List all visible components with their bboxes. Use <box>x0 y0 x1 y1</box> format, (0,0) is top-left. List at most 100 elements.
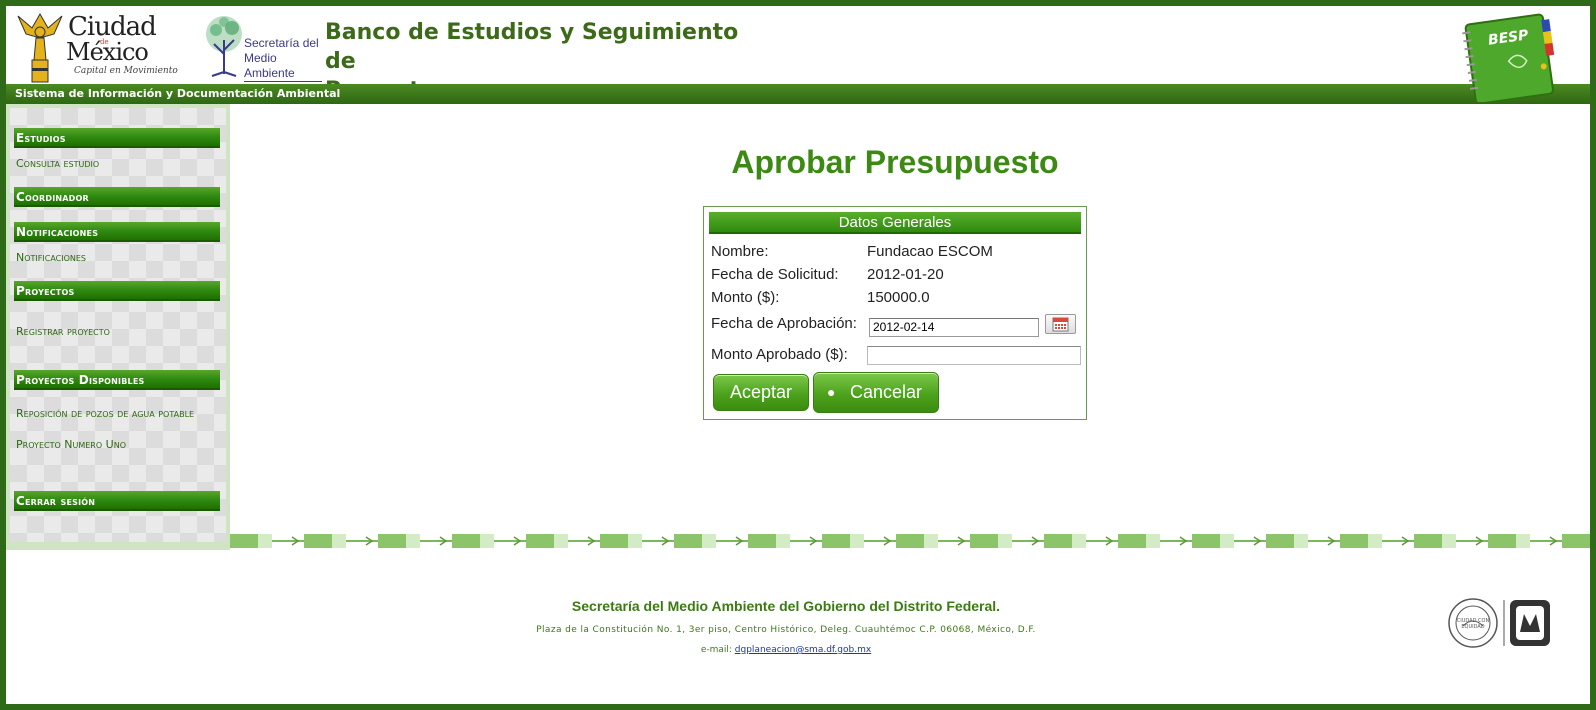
footer-address: Plaza de la Constitución No. 1, 3er piso… <box>536 625 1036 635</box>
chain-divider <box>230 532 1590 550</box>
notebook-icon <box>1462 13 1555 102</box>
fecha-aprobacion-input[interactable]: 2012-02-14 <box>869 318 1039 337</box>
cdmx-logo[interactable]: Ciudad de México Capital en Movimiento <box>10 8 180 83</box>
sidebar-link-notificaciones[interactable]: Notificaciones <box>16 251 86 264</box>
panel-title: Datos Generales <box>838 214 952 231</box>
chain-link <box>304 534 332 548</box>
chain-link <box>1072 534 1086 548</box>
main-content: Aprobar Presupuesto Datos Generales Nomb… <box>230 104 1590 532</box>
sidebar-section-title: Proyectos Disponibles <box>16 373 145 387</box>
cancelar-button[interactable]: ● Cancelar <box>813 372 939 413</box>
chain-link <box>332 534 346 548</box>
chain-link <box>600 534 628 548</box>
chain-link <box>776 534 790 548</box>
chain-link <box>924 534 938 548</box>
sidebar-section-title: Proyectos <box>16 284 75 298</box>
subheader-bar: Sistema de Información y Documentación A… <box>6 84 1590 104</box>
chain-link <box>1516 534 1530 548</box>
footer-email-link[interactable]: dgplaneacion@sma.df.gob.mx <box>735 645 871 655</box>
chain-link <box>258 534 272 548</box>
fecha-solicitud-label: Fecha de Solicitud: <box>711 266 839 283</box>
monto-aprobado-label: Monto Aprobado ($): <box>711 346 848 363</box>
page-frame: Ciudad de México Capital en Movimiento S… <box>6 6 1590 704</box>
besp-notebook-logo[interactable]: BESP <box>1458 10 1576 102</box>
chain-link <box>1044 534 1072 548</box>
panel-header: Datos Generales <box>709 212 1081 234</box>
chain-link <box>1266 534 1294 548</box>
chain-link <box>970 534 998 548</box>
sma-logo-line2: Medio Ambiente <box>244 51 295 80</box>
sma-logo[interactable]: Secretaría del Medio Ambiente <box>202 14 324 82</box>
chain-link <box>998 534 1012 548</box>
chain-link <box>554 534 568 548</box>
chain-link <box>1442 534 1456 548</box>
chain-divider-graphic <box>230 534 1590 548</box>
chain-link <box>822 534 850 548</box>
chain-link <box>526 534 554 548</box>
chain-link <box>1146 534 1160 548</box>
cdmx-logo-tagline: Capital en Movimiento <box>74 66 178 76</box>
nombre-value: Fundacao ESCOM <box>867 243 993 260</box>
chain-link <box>1488 534 1516 548</box>
chain-link <box>452 534 480 548</box>
sma-logo-text: Secretaría del Medio Ambiente <box>244 36 322 82</box>
site-title-line1: Banco de Estudios y Seguimiento de <box>325 20 739 74</box>
chain-link <box>1294 534 1308 548</box>
chain-link <box>674 534 702 548</box>
footer-seals: CIUDAD CON EQUIDAD <box>1446 596 1566 650</box>
subheader-text: Sistema de Información y Documentación A… <box>15 87 341 100</box>
footer-email-line: e-mail: dgplaneacion@sma.df.gob.mx <box>6 645 1566 655</box>
sidebar-section-title: Estudios <box>16 131 66 145</box>
cancelar-label: Cancelar <box>850 382 923 402</box>
chain-link <box>1562 534 1590 548</box>
footer-title: Secretaría del Medio Ambiente del Gobier… <box>571 598 1001 614</box>
sidebar-menu: Estudios Consulta estudio Coordinador No… <box>10 108 226 542</box>
nombre-label: Nombre: <box>711 243 769 260</box>
sidebar-section-estudios: Estudios <box>14 128 220 148</box>
sidebar-section-proyectos-disponibles: Proyectos Disponibles <box>14 370 220 390</box>
sidebar-link-proyecto-numero-uno[interactable]: Proyecto Numero Uno <box>16 438 126 451</box>
footer: Secretaría del Medio Ambiente del Gobier… <box>6 550 1590 704</box>
aceptar-button[interactable]: Aceptar <box>713 374 809 411</box>
calendar-button[interactable] <box>1045 314 1076 334</box>
chain-link <box>1192 534 1220 548</box>
bullet-icon: ● <box>827 384 836 400</box>
calendar-icon <box>1052 317 1069 332</box>
chain-link <box>1118 534 1146 548</box>
angel-icon <box>17 12 63 83</box>
chain-link <box>1340 534 1368 548</box>
sidebar-link-reposicion-pozos[interactable]: Reposición de pozos de agua potable <box>16 407 194 420</box>
header: Ciudad de México Capital en Movimiento S… <box>6 6 1590 103</box>
chain-link <box>378 534 406 548</box>
datos-generales-panel: Datos Generales Nombre: Fundacao ESCOM F… <box>703 206 1087 420</box>
chain-link <box>896 534 924 548</box>
chain-link <box>628 534 642 548</box>
sma-logo-line1: Secretaría del <box>244 36 319 50</box>
fecha-aprobacion-label: Fecha de Aprobación: <box>711 315 857 332</box>
page-title: Aprobar Presupuesto <box>731 144 1059 180</box>
seal-text: CIUDAD CON EQUIDAD <box>1456 618 1490 630</box>
sidebar-link-registrar-proyecto[interactable]: Registrar proyecto <box>16 325 110 338</box>
cdmx-logo-line2: México <box>66 38 149 66</box>
sidebar-section-cerrar-sesion[interactable]: Cerrar sesión <box>14 491 220 511</box>
sidebar-section-proyectos: Proyectos <box>14 281 220 301</box>
chain-link <box>850 534 864 548</box>
sidebar: Estudios Consulta estudio Coordinador No… <box>6 104 230 550</box>
chain-link <box>406 534 420 548</box>
sidebar-section-coordinador: Coordinador <box>14 187 220 207</box>
chain-link <box>230 534 258 548</box>
chain-link <box>748 534 776 548</box>
sidebar-section-title: Coordinador <box>16 190 89 204</box>
sidebar-section-title[interactable]: Cerrar sesión <box>16 494 95 508</box>
sidebar-link-consulta-estudio[interactable]: Consulta estudio <box>16 157 99 170</box>
sidebar-section-notificaciones: Notificaciones <box>14 222 220 242</box>
chain-link <box>702 534 716 548</box>
footer-email-label: e-mail: <box>700 645 732 655</box>
chain-link <box>480 534 494 548</box>
chain-link <box>1414 534 1442 548</box>
fecha-solicitud-value: 2012-01-20 <box>867 266 944 283</box>
monto-aprobado-input[interactable] <box>867 346 1081 365</box>
chain-link <box>1368 534 1382 548</box>
monto-label: Monto ($): <box>711 289 780 306</box>
sidebar-section-title: Notificaciones <box>16 225 99 239</box>
